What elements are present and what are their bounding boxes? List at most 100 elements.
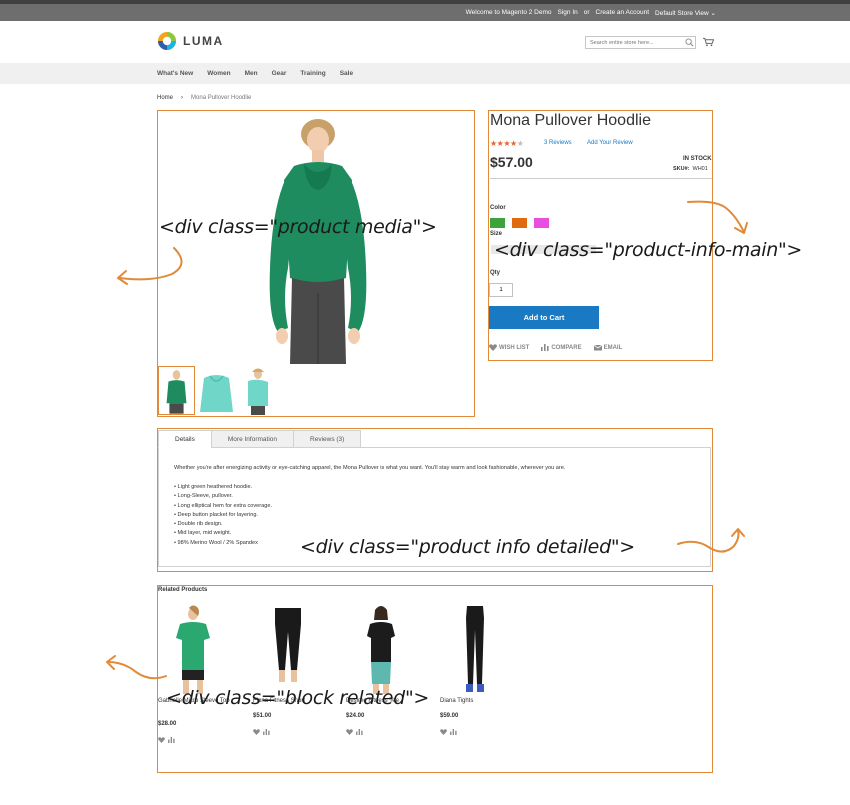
product-main-image[interactable] (248, 118, 388, 364)
arrow-up-right-icon (677, 528, 745, 553)
nav-item-women[interactable]: Women (207, 70, 230, 77)
feature-item: • Double rib design. (174, 521, 223, 528)
add-to-cart-button[interactable]: Add to Cart (489, 306, 599, 329)
reviews-link[interactable]: 3 Reviews (544, 140, 572, 146)
feature-item: • Deep button placket for layering. (174, 511, 259, 518)
tab-details[interactable]: Details (158, 430, 212, 448)
heart-icon[interactable] (440, 729, 447, 735)
nav-item-whats-new[interactable]: What's New (157, 70, 193, 77)
feature-item: • Light green heathered hoodie. (174, 484, 253, 490)
heart-icon[interactable] (158, 737, 165, 743)
related-product-actions (440, 729, 457, 735)
related-product-price: $28.00 (158, 721, 177, 727)
store-view-switcher[interactable]: Default Store View ⌄ (655, 9, 716, 17)
related-products-title: Related Products (158, 587, 208, 593)
main-navigation: What's New Women Men Gear Training Sale (0, 63, 850, 84)
breadcrumb: Home › Mona Pullover Hoodlie (157, 95, 251, 101)
or-text: or (583, 9, 590, 16)
nav-item-gear[interactable]: Gear (272, 70, 287, 77)
related-product-actions (158, 737, 175, 743)
annotation-block-related: <div class="block related"> (166, 687, 430, 709)
product-social-links: WISH LIST COMPARE EMAIL (489, 344, 622, 351)
envelope-icon (593, 344, 602, 351)
thumbnail-1[interactable] (158, 366, 195, 415)
sku-label: SKU#: (673, 166, 690, 172)
create-account-link[interactable]: Create an Account (596, 9, 649, 16)
thumbnail-3[interactable] (238, 366, 275, 415)
email-link[interactable]: EMAIL (593, 344, 623, 351)
top-panel: Welcome to Magento 2 Demo Sign In or Cre… (0, 4, 850, 21)
product-sku: SKU#: WH01 (673, 166, 708, 172)
luma-logo-icon (158, 32, 176, 50)
thumbnail-image (200, 375, 233, 412)
stock-status: IN STOCK (683, 156, 712, 162)
feature-item: • Long elliptical hem for extra coverage… (174, 502, 273, 509)
related-product-actions (253, 729, 270, 735)
related-product-price: $51.00 (253, 713, 272, 719)
arrow-right-icon (687, 200, 748, 234)
product-title: Mona Pullover Hoodlie (490, 112, 651, 129)
logo[interactable]: LUMA (157, 31, 224, 51)
feature-item: • Long-Sleeve, pullover. (174, 493, 233, 500)
divider (490, 178, 712, 179)
nav-item-sale[interactable]: Sale (340, 70, 353, 77)
compare-icon[interactable] (263, 729, 270, 735)
rating-stars: ★★★★★ (490, 139, 524, 148)
product-tabs: Details More Information Reviews (3) (158, 430, 362, 448)
qty-input[interactable] (489, 283, 513, 297)
breadcrumb-current: Mona Pullover Hoodlie (191, 95, 252, 101)
related-product-price: $24.00 (346, 713, 365, 719)
star-icon: ★ (490, 139, 497, 148)
star-icon: ★ (510, 139, 517, 148)
compare-icon[interactable] (450, 729, 457, 735)
welcome-message: Welcome to Magento 2 Demo (465, 9, 552, 16)
annotation-product-media: <div class="product media"> (159, 216, 437, 238)
color-label: Color (490, 205, 506, 211)
sign-in-link[interactable]: Sign In (558, 9, 578, 16)
heart-icon[interactable] (346, 729, 353, 735)
breadcrumb-separator: › (181, 95, 184, 101)
nav-item-training[interactable]: Training (300, 70, 325, 77)
tab-reviews[interactable]: Reviews (3) (293, 430, 362, 448)
email-label: EMAIL (603, 344, 623, 351)
compare-label: COMPARE (551, 344, 582, 351)
compare-icon (541, 344, 549, 351)
tab-more-information[interactable]: More Information (210, 430, 295, 448)
color-swatch-green[interactable] (490, 218, 505, 228)
add-review-link[interactable]: Add Your Review (587, 140, 633, 146)
cart-icon[interactable] (703, 37, 714, 47)
wish-list-label: WISH LIST (499, 344, 530, 351)
heart-icon[interactable] (253, 729, 260, 735)
search-input[interactable] (585, 36, 696, 49)
thumbnail-image (248, 368, 268, 415)
compare-icon[interactable] (356, 729, 363, 735)
qty-label: Qty (490, 270, 501, 276)
color-swatch-orange[interactable] (512, 218, 527, 228)
breadcrumb-home[interactable]: Home (157, 95, 173, 101)
related-product-image-4[interactable] (440, 604, 510, 696)
star-icon: ★ (516, 139, 524, 148)
heart-icon (489, 344, 497, 351)
wish-list-link[interactable]: WISH LIST (489, 344, 529, 351)
related-product-image-3[interactable] (346, 604, 416, 696)
color-swatch-pink[interactable] (534, 218, 549, 228)
related-product-actions (346, 729, 363, 735)
size-label: Size (490, 231, 503, 237)
related-product-name[interactable]: Diana Tights (440, 698, 473, 704)
sku-value: WH01 (692, 166, 708, 172)
feature-item: • 98% Merino Wool / 2% Spandex (174, 539, 258, 546)
product-price: $57.00 (490, 154, 533, 170)
thumbnail-2[interactable] (198, 366, 235, 415)
related-product-image-2[interactable] (253, 604, 323, 696)
compare-icon[interactable] (168, 737, 175, 743)
logo-text: LUMA (183, 34, 224, 48)
compare-link[interactable]: COMPARE (541, 344, 582, 351)
star-icon: ★ (503, 139, 511, 148)
nav-item-men[interactable]: Men (245, 70, 258, 77)
annotation-product-info-detailed: <div class="product info detailed"> (300, 536, 635, 558)
search-icon[interactable] (685, 38, 694, 47)
block-related-box (157, 585, 713, 773)
product-features: • Light green heathered hoodie. • Long-S… (174, 483, 272, 548)
arrow-left-icon (117, 247, 183, 285)
annotation-product-info-main: <div class="product-info-main"> (494, 239, 803, 261)
